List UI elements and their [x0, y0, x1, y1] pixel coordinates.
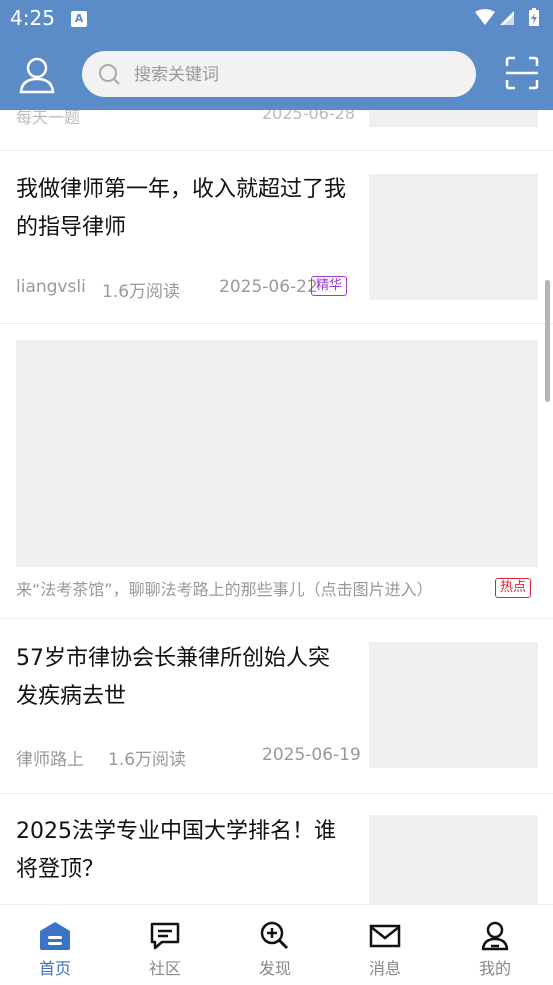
app-header: [0, 36, 553, 110]
user-icon: [19, 57, 55, 94]
nav-label-community: 社区: [148, 959, 181, 978]
article-partial-thumbnail: [369, 110, 538, 127]
article-title[interactable]: 2025法学专业中国大学排名！谁将登顶？: [16, 813, 351, 889]
article-reads: 1.6万阅读: [102, 282, 181, 302]
status-bar: 4:25 A: [0, 0, 553, 36]
article-title[interactable]: 我做律师第一年，收入就超过了我的指导律师: [16, 171, 351, 247]
zoom-search-icon: [260, 921, 289, 950]
mail-icon: [369, 924, 401, 948]
chat-icon: [150, 922, 180, 950]
article-thumbnail: [369, 642, 538, 768]
list-item-partial[interactable]: 每天一题 2025-06-28: [0, 110, 553, 132]
article-date: 2025-06-22: [219, 277, 318, 297]
scrollbar[interactable]: [545, 280, 550, 402]
nav-label-messages: 消息: [368, 959, 401, 978]
search-bar[interactable]: [82, 51, 476, 99]
nav-item-messages[interactable]: 消息: [330, 905, 440, 985]
scan-icon: [505, 56, 539, 90]
article-reads: 1.6万阅读: [108, 750, 187, 770]
article-author: 律师路上: [16, 750, 84, 770]
divider: [0, 150, 553, 151]
nav-label-discover: 发现: [258, 959, 291, 978]
profile-icon: [481, 921, 509, 951]
search-input[interactable]: [132, 51, 456, 99]
scan-button[interactable]: [505, 56, 539, 90]
wifi-signal-battery-icon: [475, 8, 539, 26]
article-partial-date: 2025-06-28: [262, 110, 355, 123]
promo-banner-image[interactable]: [16, 340, 538, 567]
article-thumbnail: [369, 174, 538, 300]
nav-item-home[interactable]: 首页: [0, 905, 110, 985]
nav-item-community[interactable]: 社区: [110, 905, 220, 985]
divider: [0, 793, 553, 794]
hot-tag: 热点: [495, 578, 532, 598]
article-partial-title: 每天一题: [16, 110, 81, 127]
nav-label-home: 首页: [38, 959, 71, 978]
status-time: 4:25: [10, 6, 55, 30]
article-author: liangvsli: [16, 277, 86, 297]
article-thumbnail: [369, 815, 538, 904]
bottom-navigation: 首页 社区 发现 消息 我的: [0, 904, 553, 985]
divider: [0, 618, 553, 619]
user-profile-button[interactable]: [18, 56, 56, 94]
nav-item-mine[interactable]: 我的: [440, 905, 550, 985]
article-feed: 每天一题 2025-06-28 我做律师第一年，收入就超过了我的指导律师 lia…: [0, 110, 553, 904]
app-notification-icon: A: [71, 11, 87, 27]
banner-caption[interactable]: 来“法考茶馆”，聊聊法考路上的那些事儿（点击图片进入）: [16, 576, 433, 600]
home-icon: [40, 922, 70, 950]
search-icon: [99, 64, 120, 85]
nav-label-mine: 我的: [478, 959, 511, 978]
featured-tag: 精华: [311, 276, 348, 296]
system-icons: [473, 8, 543, 32]
article-title[interactable]: 57岁市律协会长兼律所创始人突发疾病去世: [16, 640, 351, 716]
article-date: 2025-06-19: [262, 745, 361, 765]
divider: [0, 323, 553, 324]
nav-item-discover[interactable]: 发现: [220, 905, 330, 985]
